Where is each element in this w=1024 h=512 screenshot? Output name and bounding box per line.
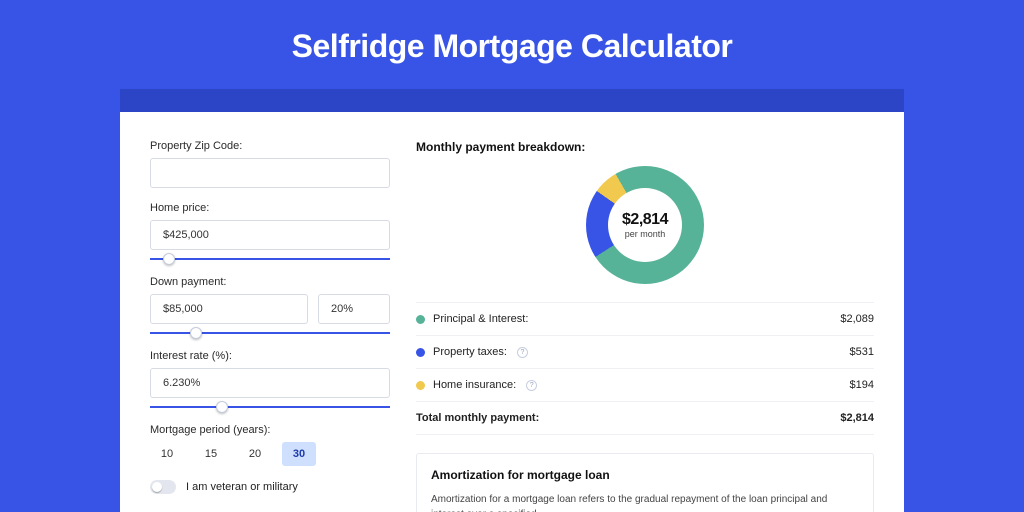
calculator-card: Property Zip Code: Home price: Down paym…	[120, 112, 904, 512]
period-option-30[interactable]: 30	[282, 442, 316, 466]
legend-label: Property taxes:	[433, 346, 507, 358]
legend-row: Principal & Interest: $2,089	[416, 303, 874, 336]
down-payment-pct-input[interactable]	[318, 294, 390, 324]
donut-amount: $2,814	[622, 211, 668, 229]
legend-row: Home insurance:? $194	[416, 369, 874, 402]
amortization-title: Amortization for mortgage loan	[431, 468, 859, 482]
legend-dot	[416, 348, 425, 357]
legend: Principal & Interest: $2,089 Property taxe…	[416, 302, 874, 435]
page-title: Selfridge Mortgage Calculator	[0, 0, 1024, 89]
home-price-slider-thumb[interactable]	[163, 253, 175, 265]
veteran-toggle[interactable]	[150, 480, 176, 494]
legend-label: Home insurance:	[433, 379, 516, 391]
legend-total-row: Total monthly payment: $2,814	[416, 402, 874, 435]
breakdown-title: Monthly payment breakdown:	[416, 140, 874, 154]
legend-value: $531	[850, 346, 874, 358]
period-label: Mortgage period (years):	[150, 424, 390, 436]
legend-row: Property taxes:? $531	[416, 336, 874, 369]
amortization-body: Amortization for a mortgage loan refers …	[431, 492, 859, 512]
home-price-input[interactable]	[150, 220, 390, 250]
legend-label: Principal & Interest:	[433, 313, 528, 325]
home-price-slider[interactable]	[150, 252, 390, 266]
down-payment-input[interactable]	[150, 294, 308, 324]
down-payment-label: Down payment:	[150, 276, 390, 288]
home-price-label: Home price:	[150, 202, 390, 214]
legend-dot	[416, 381, 425, 390]
interest-rate-slider-thumb[interactable]	[216, 401, 228, 413]
inputs-column: Property Zip Code: Home price: Down paym…	[150, 140, 390, 512]
period-option-15[interactable]: 15	[194, 442, 228, 466]
period-option-20[interactable]: 20	[238, 442, 272, 466]
period-option-10[interactable]: 10	[150, 442, 184, 466]
interest-rate-input[interactable]	[150, 368, 390, 398]
breakdown-column: Monthly payment breakdown: $2,814 per mo…	[416, 140, 874, 512]
legend-total-label: Total monthly payment:	[416, 412, 539, 424]
donut-chart-wrap: $2,814 per month	[416, 166, 874, 284]
info-icon[interactable]: ?	[517, 347, 528, 358]
legend-dot	[416, 315, 425, 324]
interest-rate-slider[interactable]	[150, 400, 390, 414]
amortization-box: Amortization for mortgage loan Amortizat…	[416, 453, 874, 512]
down-payment-slider[interactable]	[150, 326, 390, 340]
card-shadow-strip	[120, 89, 904, 113]
donut-sublabel: per month	[625, 229, 666, 239]
veteran-label: I am veteran or military	[186, 481, 298, 493]
interest-rate-label: Interest rate (%):	[150, 350, 390, 362]
down-payment-slider-thumb[interactable]	[190, 327, 202, 339]
period-options: 10 15 20 30	[150, 442, 390, 466]
zip-input[interactable]	[150, 158, 390, 188]
donut-chart: $2,814 per month	[586, 166, 704, 284]
legend-value: $2,089	[840, 313, 874, 325]
legend-value: $194	[850, 379, 874, 391]
info-icon[interactable]: ?	[526, 380, 537, 391]
zip-label: Property Zip Code:	[150, 140, 390, 152]
legend-total-value: $2,814	[840, 412, 874, 424]
